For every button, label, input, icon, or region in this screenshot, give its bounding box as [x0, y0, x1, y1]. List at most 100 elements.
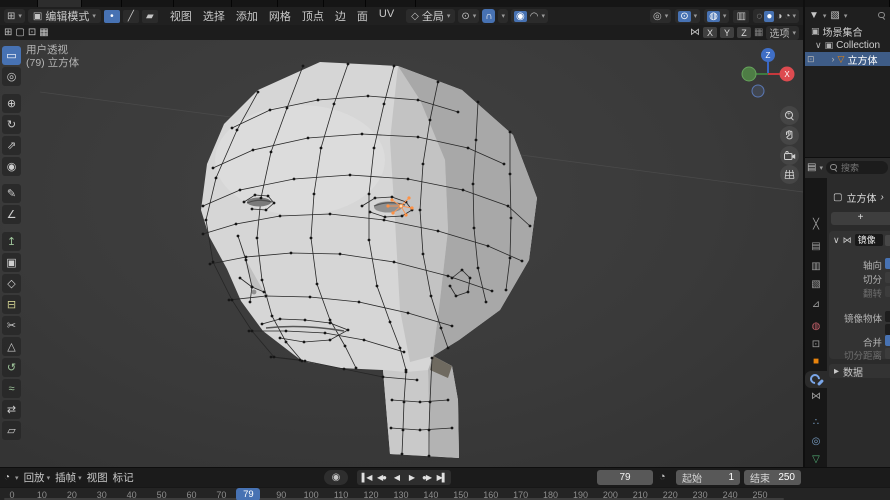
- search-input[interactable]: [840, 162, 884, 173]
- modifier-display-toggle[interactable]: [885, 235, 890, 246]
- flip-toggle[interactable]: [885, 286, 890, 297]
- tab-object-data[interactable]: ▽: [805, 451, 827, 467]
- menu-item[interactable]: 边: [335, 8, 346, 24]
- tool-cursor-button[interactable]: ◎: [2, 67, 21, 86]
- navigation-gizmo[interactable]: Z X: [736, 44, 800, 108]
- editor-type-button[interactable]: ⊞ ▾: [4, 9, 25, 23]
- add-modifier-button[interactable]: +: [831, 212, 890, 225]
- tool-inset-faces-button[interactable]: ▣: [2, 253, 21, 272]
- tool-smooth-button[interactable]: ≈: [2, 379, 21, 398]
- workspace-tab-active[interactable]: [38, 0, 82, 7]
- symmetry-z-button[interactable]: Z: [737, 27, 752, 38]
- expand-icon[interactable]: ∨: [815, 40, 822, 51]
- modifier-name-field[interactable]: 镜像: [854, 234, 883, 246]
- breadcrumb-object[interactable]: 立方体: [846, 190, 876, 205]
- tab-modifiers[interactable]: [805, 371, 827, 388]
- tool-bevel-button[interactable]: ◇: [2, 274, 21, 293]
- bisect-distance-field[interactable]: [885, 348, 890, 359]
- filter-icon[interactable]: ▼: [809, 10, 819, 21]
- transform-orientation-dropdown[interactable]: ◇ 全局 ▾: [406, 9, 456, 23]
- outliner-row-collection[interactable]: ∨ ▣ Collection: [805, 38, 890, 52]
- xray-toggle-button[interactable]: ▥: [733, 9, 750, 23]
- data-subpanel[interactable]: ▸ 数据: [829, 364, 890, 379]
- marker-menu[interactable]: 标记: [113, 470, 134, 485]
- axis-x-toggle[interactable]: [885, 258, 890, 269]
- playback-button[interactable]: ◀●: [374, 470, 389, 485]
- tab-constraints[interactable]: ⋈: [805, 388, 827, 405]
- playback-button[interactable]: ◀: [389, 470, 404, 485]
- tool-extrude-button[interactable]: ↥: [2, 232, 21, 251]
- gizmo-minus-axis[interactable]: [751, 84, 765, 98]
- workspace-tab[interactable]: [122, 0, 174, 7]
- collapsed-icon[interactable]: ›: [832, 54, 835, 64]
- gizmo-y-axis[interactable]: [741, 66, 757, 82]
- snap-settings-dropdown[interactable]: ▾: [498, 9, 508, 23]
- head-mesh[interactable]: [201, 62, 537, 458]
- tab-world[interactable]: ◍: [805, 318, 827, 335]
- viewport-3d[interactable]: 用户透视 (79) 立方体 ▭ ◎ ⊕ ↻ ⇗ ◉ ✎ ∠ ↥ ▣ ◇ ⊟ ✂ △ ↺ ≈ ⇄ ▱ Z X +: [0, 40, 803, 467]
- workspace-tab[interactable]: [82, 0, 122, 7]
- menu-item[interactable]: 面: [357, 8, 368, 24]
- perspective-toggle-button[interactable]: [780, 165, 799, 184]
- tool-rotate-button[interactable]: ↻: [2, 115, 21, 134]
- overlays-dropdown[interactable]: ◍ ▾: [704, 9, 730, 23]
- menu-item[interactable]: 选择: [203, 8, 225, 24]
- tool-edge-slide-button[interactable]: ⇄: [2, 400, 21, 419]
- plusbox-icon[interactable]: ⊡: [28, 27, 36, 38]
- box-icon[interactable]: ▢: [15, 27, 24, 38]
- solid-shading-icon[interactable]: ●: [764, 10, 775, 22]
- frame-ruler[interactable]: 0 10 20 30 40 50 60 70 90 100 110 120 130 140 150 160 17…: [0, 487, 890, 500]
- camera-view-button[interactable]: [780, 146, 799, 165]
- tab-render[interactable]: ▤: [805, 238, 827, 255]
- tab-scene[interactable]: ⊿: [805, 296, 827, 313]
- workspace-tab[interactable]: [232, 0, 278, 7]
- tab-tool[interactable]: ╳: [805, 216, 827, 233]
- playback-menu[interactable]: 回放 ▾: [24, 470, 51, 485]
- symmetry-y-button[interactable]: Y: [720, 27, 735, 38]
- auto-keying-button[interactable]: ◉: [324, 470, 348, 485]
- menu-item[interactable]: 视图: [170, 8, 192, 24]
- vertex-select-mode-button[interactable]: •: [103, 9, 120, 23]
- gizmos-dropdown[interactable]: ⊙ ▾: [675, 9, 701, 23]
- workspace-tab[interactable]: [366, 0, 416, 7]
- tool-tweak-select-button[interactable]: ▭: [2, 46, 21, 65]
- properties-editor-icon[interactable]: ▤: [807, 162, 816, 173]
- playback-button[interactable]: ▶: [404, 470, 419, 485]
- tool-scale-button[interactable]: ⇗: [2, 136, 21, 155]
- object-visibility-dropdown[interactable]: ◎ ▾: [649, 9, 672, 23]
- workspace-tab[interactable]: [174, 0, 232, 7]
- proportional-editing-group[interactable]: ◉ ◠ ▾: [510, 9, 548, 23]
- modifier-panel-header[interactable]: ∨ ⋈ 镜像: [833, 234, 883, 246]
- edge-select-mode-button[interactable]: ╱: [122, 9, 139, 23]
- mode-dropdown[interactable]: ▣ 编辑模式 ▾: [27, 9, 101, 23]
- tool-poly-build-button[interactable]: △: [2, 337, 21, 356]
- menu-item[interactable]: UV: [379, 8, 394, 24]
- frame-start-field[interactable]: 起始 1: [676, 470, 740, 485]
- frame-end-field[interactable]: 结束 250: [744, 470, 801, 485]
- playhead[interactable]: 79: [236, 488, 261, 500]
- view-menu[interactable]: 视图: [87, 470, 108, 485]
- viewport-canvas[interactable]: [0, 40, 803, 467]
- tab-view-layer[interactable]: ▧: [805, 276, 827, 293]
- workspace-tab[interactable]: [324, 0, 366, 7]
- tool-spin-button[interactable]: ↺: [2, 358, 21, 377]
- tab-collection[interactable]: ⊡: [805, 336, 827, 353]
- workspace-tab[interactable]: [0, 0, 38, 7]
- snap-uv-icon[interactable]: ▦: [754, 27, 763, 38]
- menu-item[interactable]: 顶点: [302, 8, 324, 24]
- playback-button[interactable]: ▌◀: [359, 470, 374, 485]
- tab-output[interactable]: ▥: [805, 258, 827, 275]
- tool-transform-button[interactable]: ◉: [2, 157, 21, 176]
- merge-checkbox[interactable]: [885, 335, 890, 346]
- playback-button[interactable]: ▶▌: [434, 470, 449, 485]
- snap-toggle-button[interactable]: ∩: [482, 9, 496, 23]
- timeline-editor-icon[interactable]: ◔: [4, 472, 10, 483]
- outliner-row-scene-collection[interactable]: ▣ 场景集合: [805, 24, 890, 39]
- tool-knife-button[interactable]: ✂: [2, 316, 21, 335]
- workspace-tab-strip[interactable]: [0, 0, 890, 7]
- expand-icon[interactable]: ∨: [833, 235, 840, 246]
- tool-rip-region-button[interactable]: ▱: [2, 421, 21, 440]
- mirror-object-field[interactable]: [885, 311, 890, 322]
- tab-particles[interactable]: ∴: [805, 414, 827, 431]
- overlap-icon[interactable]: ⊞: [4, 27, 12, 38]
